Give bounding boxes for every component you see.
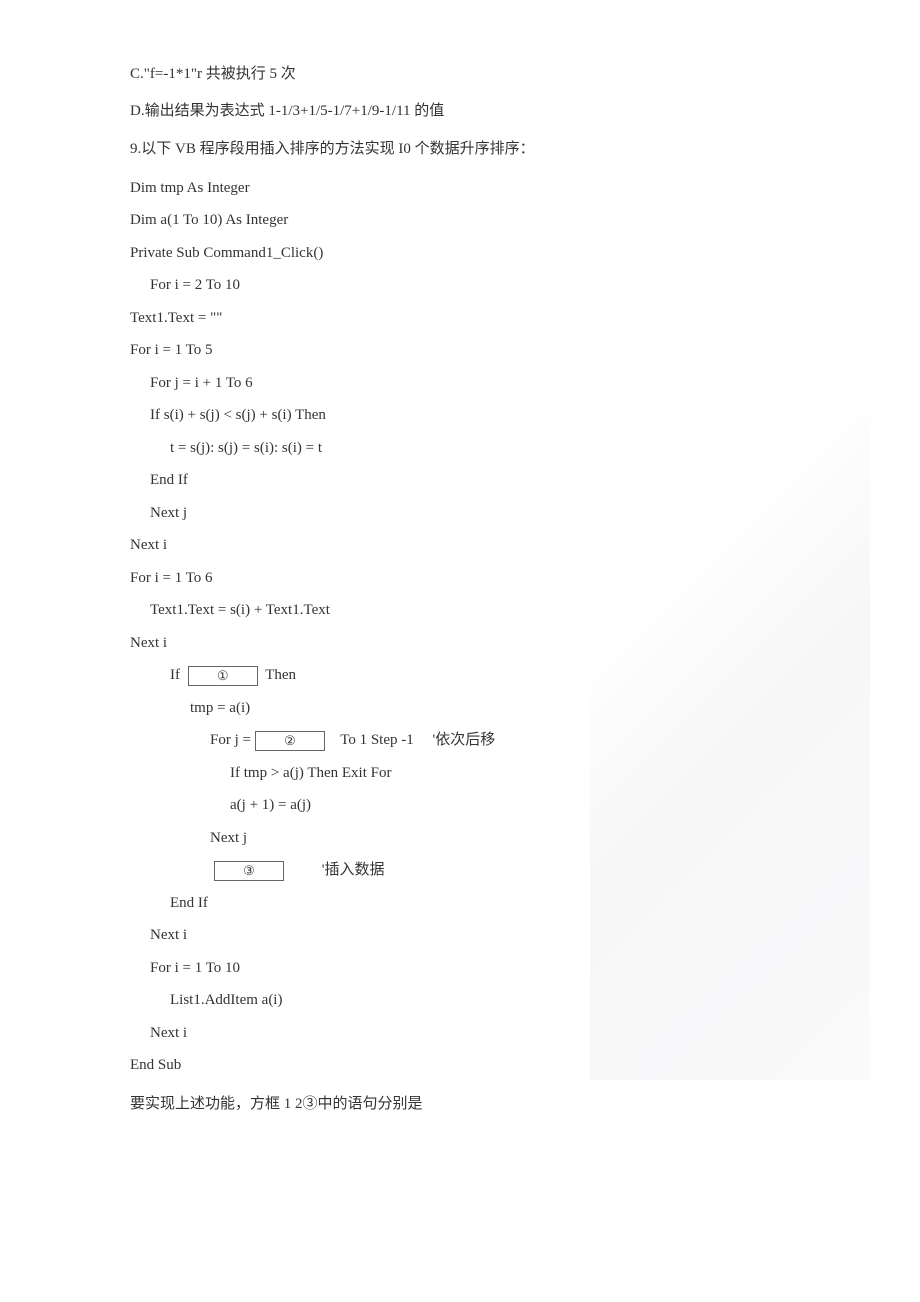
code: If tmp > a(j) Then Exit For <box>230 759 870 788</box>
code: tmp = a(i) <box>190 694 870 723</box>
code: End If <box>150 466 870 495</box>
code: Text1.Text = "" <box>130 304 870 333</box>
code-blank3-line: ③ '插入数据 <box>210 856 870 885</box>
blank-2: ② <box>255 731 325 751</box>
code: End Sub <box>130 1051 870 1080</box>
code: For j = i + 1 To 6 <box>150 369 870 398</box>
option-c: C."f=-1*1"r 共被执行 5 次 <box>130 60 870 89</box>
code: Next j <box>210 824 870 853</box>
code: a(j + 1) = a(j) <box>230 791 870 820</box>
code: Next i <box>130 629 870 658</box>
code: For i = 1 To 10 <box>150 954 870 983</box>
if-keyword: If <box>170 667 180 683</box>
code: t = s(j): s(j) = s(i): s(i) = t <box>170 434 870 463</box>
comment-1: '依次后移 <box>433 732 496 748</box>
code: Dim a(1 To 10) As Integer <box>130 206 870 235</box>
code: Dim tmp As Integer <box>130 174 870 203</box>
then-keyword: Then <box>265 667 296 683</box>
code: Next i <box>150 1019 870 1048</box>
code: Next i <box>150 921 870 950</box>
code-for-line: For j =② To 1 Step -1 '依次后移 <box>210 726 870 755</box>
code: Next j <box>150 499 870 528</box>
blank-3: ③ <box>214 861 284 881</box>
blank-1: ① <box>188 666 258 686</box>
option-d: D.输出结果为表达式 1-1/3+1/5-1/7+1/9-1/11 的值 <box>130 97 870 126</box>
code: Text1.Text = s(i) + Text1.Text <box>150 596 870 625</box>
code: For i = 2 To 10 <box>150 271 870 300</box>
for-j: For j = <box>210 732 251 748</box>
question-9: 9.以下 VB 程序段用插入排序的方法实现 I0 个数据升序排序： <box>130 135 870 164</box>
comment-2: '插入数据 <box>322 862 385 878</box>
code: For i = 1 To 5 <box>130 336 870 365</box>
code: End If <box>170 889 870 918</box>
code-block: Dim tmp As Integer Dim a(1 To 10) As Int… <box>130 174 870 1080</box>
code-if-line: If ① Then <box>170 661 870 690</box>
code: List1.AddItem a(i) <box>170 986 870 1015</box>
code: Private Sub Command1_Click() <box>130 239 870 268</box>
to-step: To 1 Step -1 <box>340 732 414 748</box>
code: For i = 1 To 6 <box>130 564 870 593</box>
code: Next i <box>130 531 870 560</box>
closing-text: 要实现上述功能，方框 1 2③中的语句分别是 <box>130 1090 870 1119</box>
code: If s(i) + s(j) < s(j) + s(i) Then <box>150 401 870 430</box>
